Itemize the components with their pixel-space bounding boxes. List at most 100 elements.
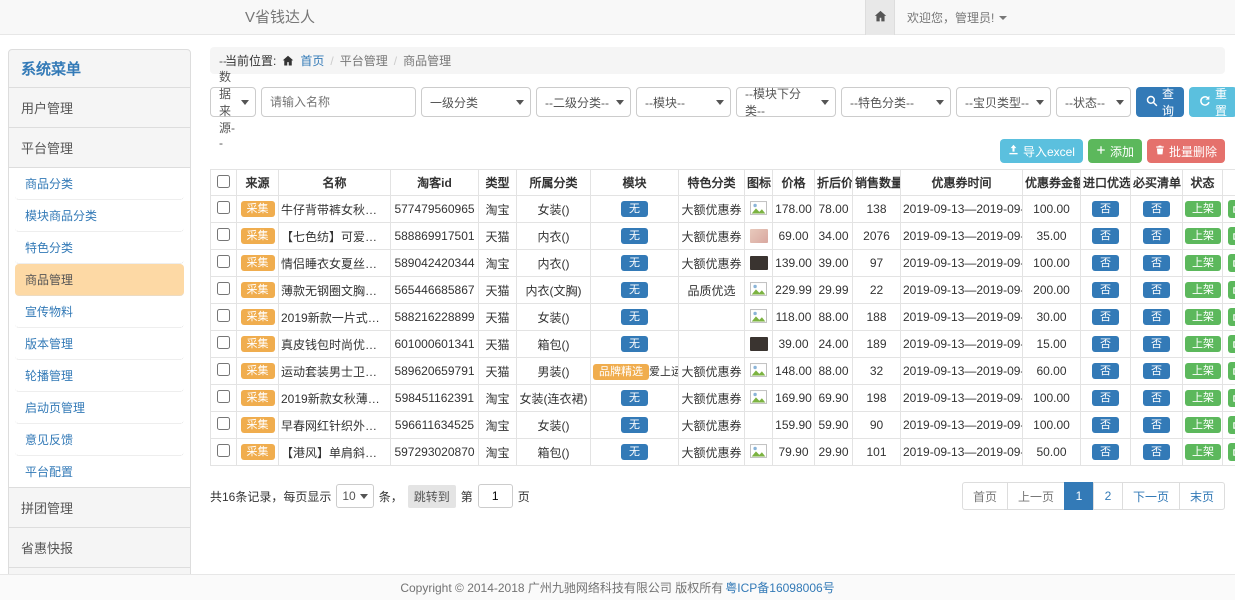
must-buy-toggle[interactable]: 否 (1143, 201, 1170, 217)
edit-button[interactable] (1228, 443, 1235, 461)
status-badge[interactable]: 上架 (1185, 363, 1221, 379)
must-buy-toggle[interactable]: 否 (1143, 363, 1170, 379)
page-button-首页[interactable]: 首页 (962, 482, 1008, 510)
must-buy-toggle[interactable]: 否 (1143, 228, 1170, 244)
import-select-toggle[interactable]: 否 (1092, 228, 1119, 244)
filter-select[interactable]: --宝贝类型-- (956, 87, 1051, 117)
import-select-toggle[interactable]: 否 (1092, 444, 1119, 460)
sidebar-item[interactable]: 模块商品分类 (15, 200, 184, 232)
row-checkbox[interactable] (217, 255, 230, 268)
filter-select[interactable]: --状态-- (1056, 87, 1131, 117)
sidebar-item[interactable]: 商品分类 (15, 168, 184, 200)
row-checkbox[interactable] (217, 309, 230, 322)
search-button[interactable]: 查询 (1136, 87, 1184, 117)
edit-button[interactable] (1228, 335, 1235, 353)
icp-link[interactable]: 粤ICP备16098006号 (725, 579, 834, 596)
must-buy-toggle[interactable]: 否 (1143, 282, 1170, 298)
user-menu[interactable]: 欢迎您，管理员! (895, 0, 1019, 35)
import-select-toggle[interactable]: 否 (1092, 309, 1119, 325)
import-excel-button[interactable]: 导入excel (1000, 139, 1083, 163)
filter-select[interactable]: 一级分类 (421, 87, 531, 117)
per-page-select[interactable]: 10 (336, 484, 373, 508)
sidebar-item[interactable]: 版本管理 (15, 328, 184, 360)
status-badge[interactable]: 上架 (1185, 255, 1221, 271)
page-button-末页[interactable]: 末页 (1179, 482, 1225, 510)
edit-button[interactable] (1228, 281, 1235, 299)
row-checkbox[interactable] (217, 282, 230, 295)
must-buy-toggle[interactable]: 否 (1143, 417, 1170, 433)
home-button[interactable] (865, 0, 895, 35)
reset-button[interactable]: 重置 (1189, 87, 1235, 117)
sidebar-item[interactable]: 意见反馈 (15, 424, 184, 456)
page-number-input[interactable] (478, 484, 513, 508)
edit-button[interactable] (1228, 416, 1235, 434)
batch-delete-button[interactable]: 批量删除 (1147, 139, 1225, 163)
status-badge[interactable]: 上架 (1185, 309, 1221, 325)
breadcrumb-home-link[interactable]: 首页 (300, 52, 324, 69)
data-source-select[interactable]: --数据来源-- (210, 87, 256, 117)
page-button-下一页[interactable]: 下一页 (1122, 482, 1180, 510)
status-cell: 上架 (1183, 412, 1223, 439)
must-buy-toggle[interactable]: 否 (1143, 336, 1170, 352)
status-badge[interactable]: 上架 (1185, 201, 1221, 217)
must-buy-toggle[interactable]: 否 (1143, 390, 1170, 406)
row-checkbox[interactable] (217, 417, 230, 430)
status-badge[interactable]: 上架 (1185, 417, 1221, 433)
sidebar-item[interactable]: 启动页管理 (15, 392, 184, 424)
filter-select[interactable]: --模块下分类-- (736, 87, 836, 117)
sidebar-item[interactable]: 平台配置 (15, 456, 184, 487)
row-checkbox[interactable] (217, 336, 230, 349)
status-badge[interactable]: 上架 (1185, 228, 1221, 244)
import-select-toggle[interactable]: 否 (1092, 390, 1119, 406)
import-select-toggle[interactable]: 否 (1092, 282, 1119, 298)
sidebar-item[interactable]: 轮播管理 (15, 360, 184, 392)
sidebar-group-3[interactable]: 省惠快报 (9, 528, 190, 567)
sidebar-item[interactable]: 商品管理 (15, 264, 184, 296)
product-category: 内衣() (517, 250, 591, 277)
coupon-time: 2019-09-13—2019-09-20 (901, 250, 1023, 277)
import-select-toggle[interactable]: 否 (1092, 255, 1119, 271)
sidebar-item[interactable]: 特色分类 (15, 232, 184, 264)
status-badge[interactable]: 上架 (1185, 390, 1221, 406)
must-buy-toggle[interactable]: 否 (1143, 309, 1170, 325)
filter-select[interactable]: --模块-- (636, 87, 731, 117)
edit-button[interactable] (1228, 254, 1235, 272)
import-select-toggle[interactable]: 否 (1092, 336, 1119, 352)
must-buy-toggle[interactable]: 否 (1143, 444, 1170, 460)
row-checkbox[interactable] (217, 228, 230, 241)
jump-button[interactable]: 跳转到 (408, 485, 456, 508)
add-button[interactable]: 添加 (1088, 139, 1142, 163)
edit-button[interactable] (1228, 362, 1235, 380)
sidebar-item[interactable]: 宣传物料 (15, 296, 184, 328)
breadcrumb-item: 商品管理 (403, 52, 451, 69)
select-all-checkbox[interactable] (217, 175, 230, 188)
filter-select[interactable]: --二级分类-- (536, 87, 631, 117)
page-button-上一页[interactable]: 上一页 (1007, 482, 1065, 510)
page-button-2[interactable]: 2 (1093, 482, 1123, 510)
import-select-toggle[interactable]: 否 (1092, 363, 1119, 379)
row-checkbox[interactable] (217, 201, 230, 214)
import-select-toggle[interactable]: 否 (1092, 201, 1119, 217)
status-badge[interactable]: 上架 (1185, 282, 1221, 298)
edit-button[interactable] (1228, 308, 1235, 326)
discount-price: 59.90 (815, 412, 853, 439)
edit-button[interactable] (1228, 227, 1235, 245)
source-badge: 采集 (241, 417, 275, 433)
status-badge[interactable]: 上架 (1185, 444, 1221, 460)
row-checkbox[interactable] (217, 390, 230, 403)
status-badge[interactable]: 上架 (1185, 336, 1221, 352)
must-buy-toggle[interactable]: 否 (1143, 255, 1170, 271)
page-button-1[interactable]: 1 (1064, 482, 1094, 510)
row-checkbox[interactable] (217, 444, 230, 457)
edit-button[interactable] (1228, 389, 1235, 407)
sidebar-group-0[interactable]: 用户管理 (9, 88, 190, 127)
sidebar-group-1[interactable]: 平台管理 (9, 128, 190, 167)
edit-button[interactable] (1228, 200, 1235, 218)
taoke-id: 588869917501 (391, 223, 479, 250)
name-search-input[interactable] (261, 87, 416, 117)
import-select-toggle[interactable]: 否 (1092, 417, 1119, 433)
row-checkbox[interactable] (217, 363, 230, 376)
column-header: 特色分类 (679, 170, 745, 196)
filter-select[interactable]: --特色分类-- (841, 87, 951, 117)
sidebar-group-2[interactable]: 拼团管理 (9, 488, 190, 527)
